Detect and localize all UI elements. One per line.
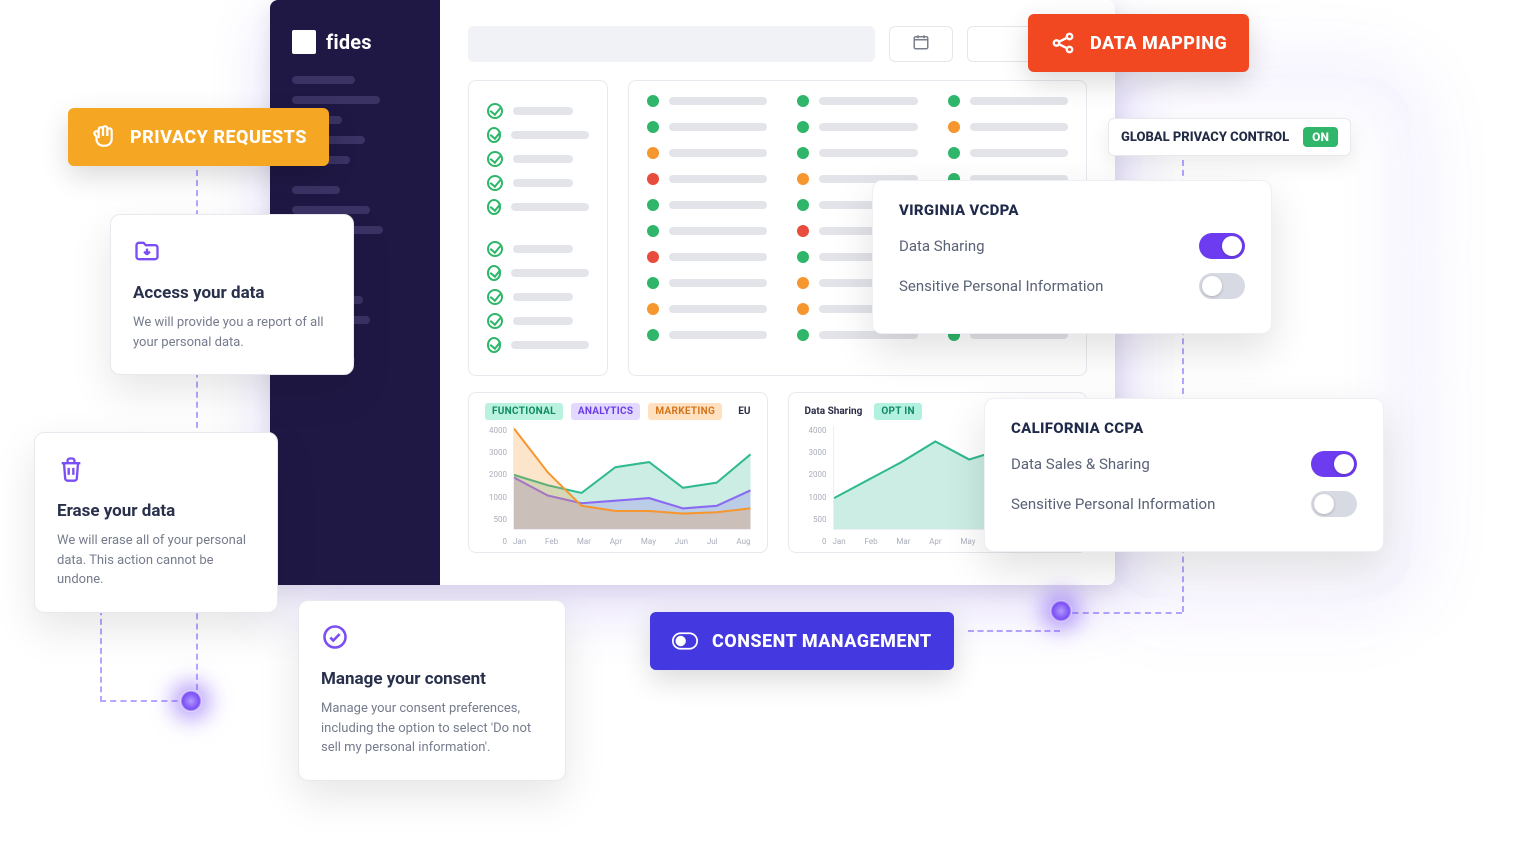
regulation-card-virginia: VIRGINIA VCDPA Data Sharing Sensitive Pe… <box>872 180 1272 334</box>
folder-download-icon <box>133 250 161 269</box>
card-erase-data[interactable]: Erase your data We will erase all of you… <box>34 432 278 613</box>
chip-optin[interactable]: OPT IN <box>874 403 922 420</box>
status-dot-green <box>797 121 809 133</box>
status-dot-green <box>647 199 659 211</box>
status-row <box>948 147 1068 159</box>
status-dot-orange <box>797 303 809 315</box>
data-mapping-label: DATA MAPPING <box>1090 33 1227 54</box>
consent-management-badge[interactable]: CONSENT MANAGEMENT <box>650 612 954 670</box>
status-row <box>647 251 767 263</box>
status-dot-red <box>797 225 809 237</box>
share-icon <box>1050 30 1076 56</box>
card-manage-consent[interactable]: Manage your consent Manage your consent … <box>298 600 566 781</box>
card-title: Access your data <box>133 283 331 303</box>
card-body: We will provide you a report of all your… <box>133 313 331 352</box>
status-dot-green <box>948 95 960 107</box>
check-panel <box>468 80 608 376</box>
status-row <box>647 121 767 133</box>
consent-management-label: CONSENT MANAGEMENT <box>712 631 932 652</box>
status-dot-green <box>797 95 809 107</box>
toggle-sensitive-info[interactable] <box>1199 273 1245 299</box>
status-row <box>797 147 917 159</box>
status-dot-orange <box>948 121 960 133</box>
region-label: EU <box>738 406 750 417</box>
status-dot-orange <box>647 147 659 159</box>
series-label: Data Sharing <box>805 406 863 417</box>
status-row <box>647 329 767 341</box>
calendar-icon <box>912 33 930 55</box>
toggle-sensitive-info[interactable] <box>1311 491 1357 517</box>
reg-row-label: Data Sharing <box>899 237 985 255</box>
status-dot-green <box>797 329 809 341</box>
chip-functional[interactable]: FUNCTIONAL <box>485 403 563 420</box>
status-dot-red <box>647 173 659 185</box>
connector-node <box>1050 600 1072 622</box>
data-mapping-badge[interactable]: DATA MAPPING <box>1028 14 1249 72</box>
brand-name: fides <box>326 30 372 54</box>
status-dot-orange <box>797 277 809 289</box>
status-dot-green <box>647 277 659 289</box>
brand-row: fides <box>292 30 418 54</box>
status-dot-orange <box>797 173 809 185</box>
status-row <box>647 225 767 237</box>
status-dot-green <box>948 147 960 159</box>
check-circle-icon <box>321 636 349 655</box>
chart-categories: FUNCTIONAL ANALYTICS MARKETING EU 400030… <box>468 392 768 553</box>
reg-row-label: Data Sales & Sharing <box>1011 455 1150 473</box>
reg-row-label: Sensitive Personal Information <box>1011 495 1215 513</box>
gpc-state: ON <box>1303 127 1338 147</box>
regulation-card-california: CALIFORNIA CCPA Data Sales & Sharing Sen… <box>984 398 1384 552</box>
status-dot-green <box>797 199 809 211</box>
connector-line <box>1062 612 1182 614</box>
toggle-data-sharing[interactable] <box>1199 233 1245 259</box>
gpc-label: GLOBAL PRIVACY CONTROL <box>1121 130 1289 145</box>
connector-line <box>968 630 1060 632</box>
logo-mark <box>292 30 316 54</box>
status-dot-green <box>647 121 659 133</box>
regulation-title: VIRGINIA VCDPA <box>899 201 1245 219</box>
toggle-icon <box>672 628 698 654</box>
card-title: Erase your data <box>57 501 255 521</box>
regulation-title: CALIFORNIA CCPA <box>1011 419 1357 437</box>
chip-analytics[interactable]: ANALYTICS <box>571 403 641 420</box>
status-row <box>797 95 917 107</box>
reg-row-label: Sensitive Personal Information <box>899 277 1103 295</box>
status-row <box>647 277 767 289</box>
status-dot-green <box>797 147 809 159</box>
privacy-requests-badge[interactable]: PRIVACY REQUESTS <box>68 108 329 166</box>
status-dot-orange <box>647 303 659 315</box>
status-row <box>948 121 1068 133</box>
connector-node <box>180 690 202 712</box>
status-dot-green <box>647 95 659 107</box>
status-dot-green <box>797 251 809 263</box>
status-row <box>647 147 767 159</box>
status-row <box>647 173 767 185</box>
privacy-requests-label: PRIVACY REQUESTS <box>130 127 307 148</box>
status-row <box>647 199 767 211</box>
card-title: Manage your consent <box>321 669 543 689</box>
status-row <box>797 121 917 133</box>
status-row <box>647 95 767 107</box>
check-icon <box>487 103 503 119</box>
toggle-data-sales[interactable] <box>1311 451 1357 477</box>
hand-icon <box>90 124 116 150</box>
status-row <box>948 95 1068 107</box>
chip-marketing[interactable]: MARKETING <box>648 403 722 420</box>
status-dot-green <box>647 225 659 237</box>
status-dot-red <box>647 251 659 263</box>
card-access-data[interactable]: Access your data We will provide you a r… <box>110 214 354 375</box>
card-body: Manage your consent preferences, includi… <box>321 699 543 758</box>
date-picker[interactable] <box>889 26 953 62</box>
global-privacy-control-pill[interactable]: GLOBAL PRIVACY CONTROL ON <box>1108 118 1351 156</box>
status-dot-green <box>647 329 659 341</box>
trash-icon <box>57 468 85 487</box>
card-body: We will erase all of your personal data.… <box>57 531 255 590</box>
search-input[interactable] <box>468 26 875 62</box>
status-row <box>647 303 767 315</box>
